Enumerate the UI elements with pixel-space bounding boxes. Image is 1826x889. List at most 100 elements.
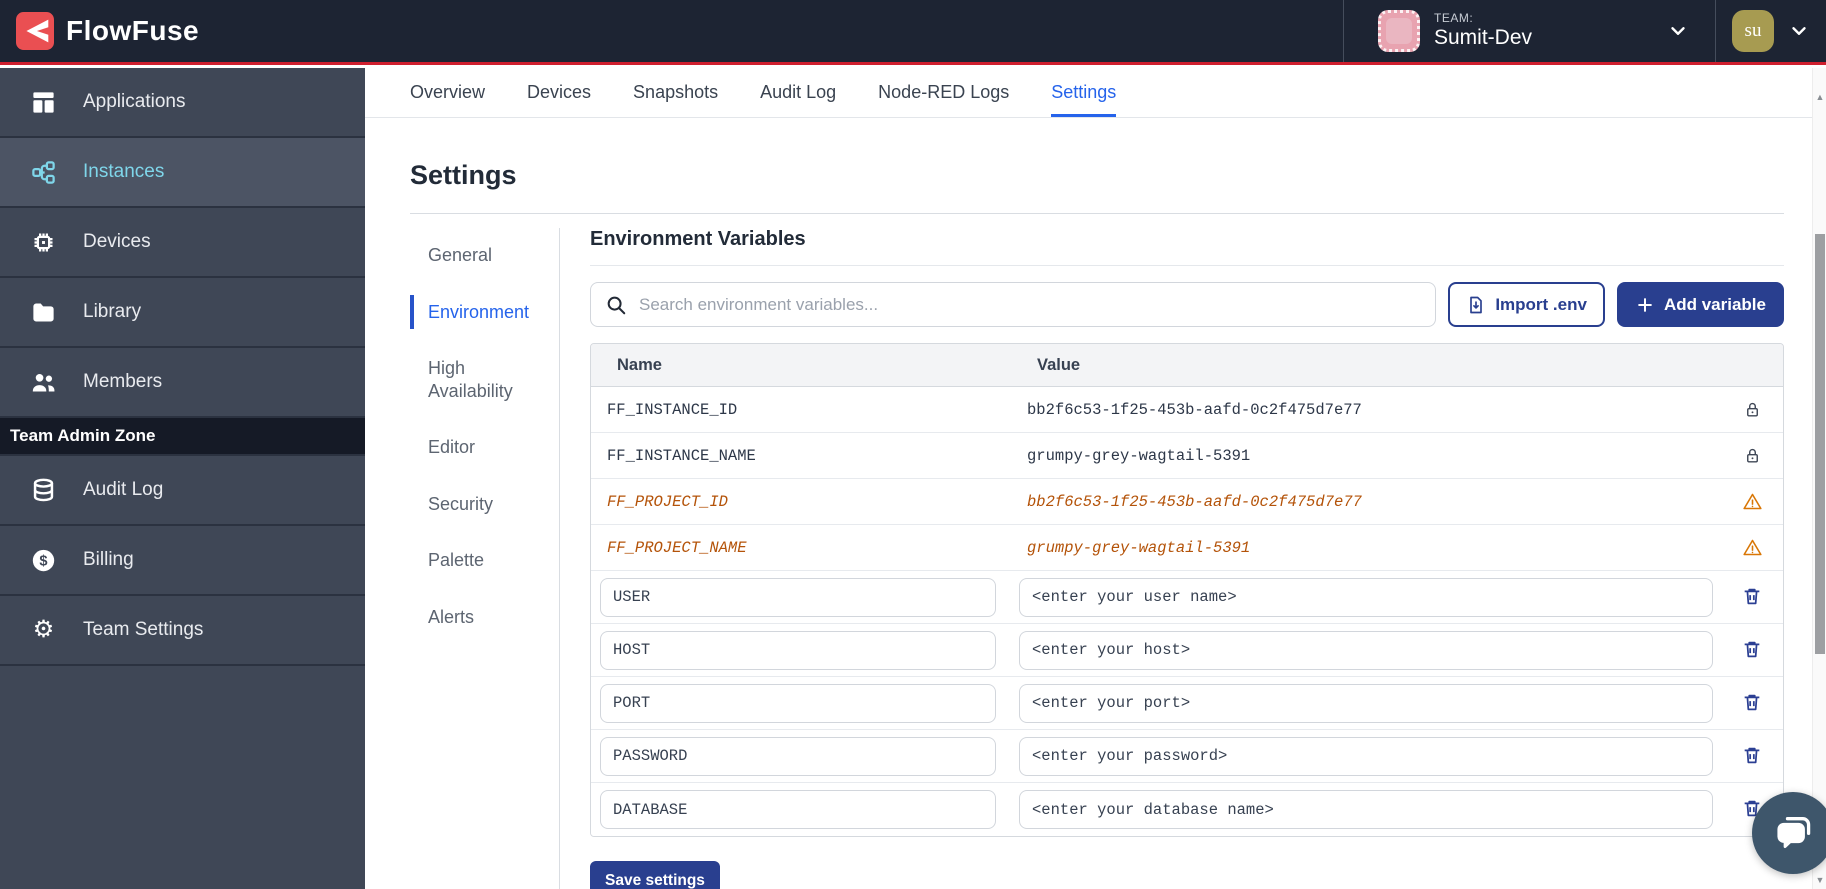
delete-variable-button[interactable] — [1739, 743, 1765, 769]
settings-nav-palette[interactable]: Palette — [410, 543, 550, 578]
user-menu[interactable]: su — [1715, 0, 1826, 62]
env-name: FF_INSTANCE_ID — [591, 401, 1011, 419]
search-box — [590, 282, 1436, 327]
search-icon — [605, 294, 627, 316]
page-scrollbar[interactable]: ▲ ▼ — [1812, 68, 1826, 889]
sidebar-item-audit-log[interactable]: Audit Log — [0, 456, 365, 526]
save-settings-button[interactable]: Save settings — [590, 861, 720, 889]
tab-devices[interactable]: Devices — [527, 68, 591, 117]
gear-icon: ⚙ — [30, 617, 57, 644]
title-divider — [410, 213, 1784, 214]
delete-variable-button[interactable] — [1739, 584, 1765, 610]
search-input[interactable] — [639, 295, 1435, 315]
plus-icon — [1635, 295, 1655, 315]
sidebar-item-label: Team Settings — [83, 619, 203, 641]
env-name: FF_INSTANCE_NAME — [591, 447, 1011, 465]
folder-icon — [30, 299, 57, 326]
sidebar-item-instances[interactable]: Instances — [0, 138, 365, 208]
scrollbar-up-arrow-icon[interactable]: ▲ — [1813, 92, 1826, 102]
dollar-icon: $ — [30, 547, 57, 574]
sidebar-admin-nav: Audit Log$Billing ⚙ Team Settings — [0, 456, 365, 666]
delete-variable-button[interactable] — [1739, 637, 1765, 663]
sidebar-item-devices[interactable]: Devices — [0, 208, 365, 278]
brand-name: FlowFuse — [66, 15, 199, 47]
brand: FlowFuse — [0, 12, 199, 50]
scrollbar-down-arrow-icon[interactable]: ▼ — [1813, 875, 1826, 885]
env-value-input[interactable] — [1019, 737, 1713, 776]
env-value-input[interactable] — [1019, 684, 1713, 723]
settings-subnav: General Environment High Availability Edito… — [410, 228, 560, 889]
env-name-input[interactable] — [600, 684, 996, 723]
scrollbar-thumb[interactable] — [1815, 234, 1825, 654]
team-name: Sumit-Dev — [1434, 26, 1532, 50]
settings-nav-editor[interactable]: Editor — [410, 430, 550, 465]
env-name-input[interactable] — [600, 790, 996, 829]
sidebar-item-team-settings[interactable]: ⚙ Team Settings — [0, 596, 365, 666]
tab-settings[interactable]: Settings — [1051, 68, 1116, 117]
team-avatar — [1378, 10, 1420, 52]
instance-tab-bar: Overview Devices Snapshots Audit Log Node-RE… — [365, 68, 1812, 118]
section-title: Environment Variables — [590, 228, 1784, 266]
sidebar-item-label: Instances — [83, 161, 164, 183]
tab-node-red-logs[interactable]: Node-RED Logs — [878, 68, 1009, 117]
env-name-input[interactable] — [600, 578, 996, 617]
svg-text:$: $ — [39, 553, 47, 569]
env-value-input[interactable] — [1019, 631, 1713, 670]
sidebar-item-applications[interactable]: Applications — [0, 68, 365, 138]
tab-overview[interactable]: Overview — [410, 68, 485, 117]
env-row-database — [591, 783, 1783, 836]
settings-nav-security[interactable]: Security — [410, 487, 550, 522]
settings-page: Settings General Environment High Availabi… — [365, 118, 1812, 889]
environment-panel: Environment Variables Import .env Add va… — [590, 228, 1784, 889]
env-row-ff-project-id: FF_PROJECT_IDbb2f6c53-1f25-453b-aafd-0c2… — [591, 479, 1783, 525]
sidebar-item-label: Applications — [83, 91, 185, 113]
users-icon — [30, 369, 57, 396]
settings-nav-high-availability[interactable]: High Availability — [410, 351, 550, 408]
warning-icon — [1721, 491, 1783, 512]
team-admin-zone-banner: Team Admin Zone — [0, 418, 365, 456]
database-icon — [30, 477, 57, 504]
delete-variable-button[interactable] — [1739, 690, 1765, 716]
sidebar-item-billing[interactable]: $Billing — [0, 526, 365, 596]
team-text: TEAM: Sumit-Dev — [1434, 12, 1532, 50]
top-bar: FlowFuse TEAM: Sumit-Dev su — [0, 0, 1826, 65]
add-variable-label: Add variable — [1664, 295, 1766, 315]
warning-icon — [1721, 537, 1783, 558]
chat-widget-button[interactable] — [1752, 792, 1826, 874]
sidebar-item-label: Devices — [83, 231, 151, 253]
tab-snapshots[interactable]: Snapshots — [633, 68, 718, 117]
column-header-value: Value — [1011, 356, 1721, 375]
page-title: Settings — [410, 160, 1784, 191]
settings-nav-alerts[interactable]: Alerts — [410, 600, 550, 635]
env-row-host — [591, 624, 1783, 677]
team-selector[interactable]: TEAM: Sumit-Dev — [1343, 0, 1715, 62]
add-variable-button[interactable]: Add variable — [1617, 282, 1784, 327]
sidebar-item-label: Members — [83, 371, 162, 393]
env-name-input[interactable] — [600, 631, 996, 670]
sidebar-item-label: Library — [83, 301, 141, 323]
env-name-input[interactable] — [600, 737, 996, 776]
env-value: bb2f6c53-1f25-453b-aafd-0c2f475d7e77 — [1011, 401, 1721, 419]
tab-audit-log[interactable]: Audit Log — [760, 68, 836, 117]
lock-icon — [1721, 446, 1783, 465]
env-value-input[interactable] — [1019, 578, 1713, 617]
settings-nav-environment[interactable]: Environment — [410, 295, 550, 330]
lock-icon — [1721, 400, 1783, 419]
sidebar-main-nav: Applications Instances Devices Library Membe… — [0, 68, 365, 418]
sidebar-item-members[interactable]: Members — [0, 348, 365, 418]
env-row-port — [591, 677, 1783, 730]
env-row-password — [591, 730, 1783, 783]
env-name: FF_PROJECT_ID — [591, 493, 1011, 511]
env-value: grumpy-grey-wagtail-5391 — [1011, 539, 1721, 557]
table-header-row: Name Value — [591, 344, 1783, 387]
env-value-input[interactable] — [1019, 790, 1713, 829]
import-env-button[interactable]: Import .env — [1448, 282, 1605, 327]
env-row-ff-project-name: FF_PROJECT_NAMEgrumpy-grey-wagtail-5391 — [591, 525, 1783, 571]
settings-nav-general[interactable]: General — [410, 238, 550, 273]
flowfuse-app: FlowFuse TEAM: Sumit-Dev su Applications… — [0, 0, 1826, 889]
env-value: grumpy-grey-wagtail-5391 — [1011, 447, 1721, 465]
team-label: TEAM: — [1434, 12, 1532, 26]
sidebar-item-library[interactable]: Library — [0, 278, 365, 348]
user-avatar: su — [1732, 10, 1774, 52]
applications-grid-icon — [30, 89, 57, 116]
